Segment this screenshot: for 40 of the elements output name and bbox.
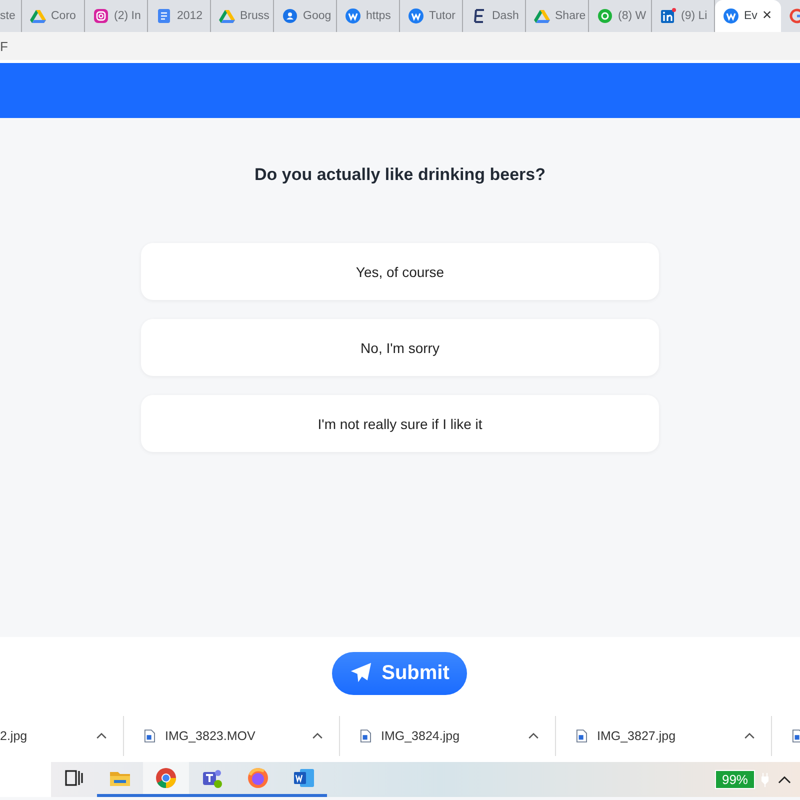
chrome-icon xyxy=(155,767,177,789)
teams-icon xyxy=(201,767,223,789)
plug-icon xyxy=(761,772,769,786)
caret-icon[interactable] xyxy=(744,732,755,739)
drive-icon xyxy=(30,8,46,24)
user-icon xyxy=(282,8,298,24)
caret-icon[interactable] xyxy=(312,732,323,739)
browser-tab[interactable]: Ev × xyxy=(715,0,781,32)
answer-option[interactable]: Yes, of course xyxy=(141,243,659,300)
drive-icon xyxy=(534,8,550,24)
answer-option[interactable]: No, I'm sorry xyxy=(141,319,659,376)
e-logo-icon xyxy=(471,8,487,24)
word-icon xyxy=(293,767,315,789)
firefox-icon xyxy=(247,767,269,789)
answer-option[interactable]: I'm not really sure if I like it xyxy=(141,395,659,452)
caret-icon[interactable] xyxy=(528,732,539,739)
file-icon xyxy=(360,728,371,742)
chevron-up-icon[interactable] xyxy=(778,776,791,784)
linkedin-icon xyxy=(660,8,676,24)
w-logo-icon xyxy=(408,8,424,24)
caret-icon[interactable] xyxy=(96,732,107,739)
drive-icon xyxy=(219,8,235,24)
w-logo-icon xyxy=(345,8,361,24)
question-title: Do you actually like drinking beers? xyxy=(254,165,546,185)
download-filename[interactable]: IMG_3824.jpg xyxy=(381,728,518,742)
w-logo-icon xyxy=(723,8,739,24)
paper-plane-icon xyxy=(350,662,372,684)
address-field[interactable]: F xyxy=(0,38,8,54)
download-filename[interactable]: 2.jpg xyxy=(0,728,86,742)
download-filename[interactable]: IMG_3827.jpg xyxy=(597,728,734,742)
file-icon xyxy=(576,728,587,742)
close-icon[interactable]: × xyxy=(762,7,772,25)
download-filename[interactable]: IMG_3823.MOV xyxy=(165,728,302,742)
file-icon xyxy=(144,728,155,742)
task-view-icon xyxy=(63,767,85,789)
chat-badge-icon xyxy=(597,8,613,24)
submit-button[interactable]: Submit xyxy=(332,652,467,694)
instagram-icon xyxy=(93,8,109,24)
document-icon xyxy=(156,8,172,24)
battery-indicator[interactable]: 99% xyxy=(714,770,755,789)
